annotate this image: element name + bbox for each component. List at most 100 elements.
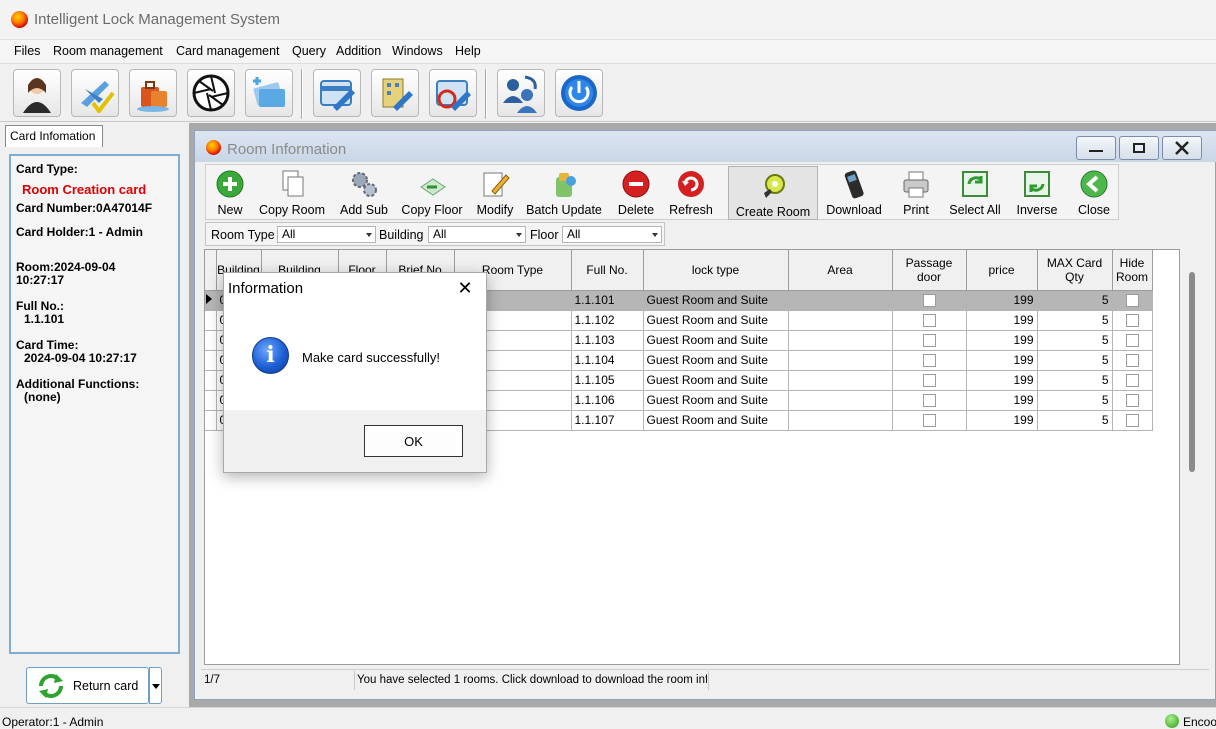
ok-button[interactable]: OK [364, 425, 463, 457]
passage-door-checkbox[interactable] [922, 294, 936, 308]
close-button[interactable]: Close [1068, 165, 1120, 219]
passage-door-checkbox[interactable] [922, 394, 936, 408]
max-card-qty-cell[interactable]: 5 [1037, 310, 1113, 331]
building-filter[interactable]: All [428, 226, 526, 243]
max-card-qty-cell[interactable]: 5 [1037, 370, 1113, 391]
select-all-button[interactable]: Select All [946, 165, 1004, 219]
column-header[interactable]: Full No. [571, 250, 644, 291]
camera-icon-button[interactable] [187, 69, 235, 117]
issue-card-icon-button[interactable] [313, 69, 361, 117]
lock-type-cell[interactable]: Guest Room and Suite [643, 370, 789, 391]
full-no-cell[interactable]: 1.1.104 [571, 350, 644, 371]
luggage-icon-button[interactable] [129, 69, 177, 117]
hide-room-checkbox[interactable] [1125, 334, 1139, 348]
passage-door-checkbox[interactable] [922, 354, 936, 368]
menu-addition[interactable]: Addition [336, 44, 381, 58]
hide-room-checkbox[interactable] [1125, 354, 1139, 368]
hide-room-checkbox[interactable] [1125, 294, 1139, 308]
hide-room-cell[interactable] [1112, 350, 1153, 371]
column-header[interactable]: price [966, 250, 1038, 291]
area-cell[interactable] [788, 330, 893, 351]
max-card-qty-cell[interactable]: 5 [1037, 330, 1113, 351]
hide-room-checkbox[interactable] [1125, 394, 1139, 408]
lock-type-cell[interactable]: Guest Room and Suite [643, 330, 789, 351]
building-card-icon-button[interactable] [371, 69, 419, 117]
price-cell[interactable]: 199 [966, 370, 1038, 391]
price-cell[interactable]: 199 [966, 330, 1038, 351]
hide-room-cell[interactable] [1112, 330, 1153, 351]
passage-door-checkbox[interactable] [922, 414, 936, 428]
cancel-card-icon-button[interactable] [429, 69, 477, 117]
tab-card-information[interactable]: Card Infomation [5, 125, 103, 147]
inverse-button[interactable]: Inverse [1010, 165, 1064, 219]
checkin-icon-button[interactable] [71, 69, 119, 117]
menu-query[interactable]: Query [292, 44, 326, 58]
lock-type-cell[interactable]: Guest Room and Suite [643, 290, 789, 311]
menu-files[interactable]: Files [14, 44, 40, 58]
passage-door-checkbox[interactable] [922, 334, 936, 348]
column-header[interactable]: Area [788, 250, 893, 291]
column-header[interactable]: MAX Card Qty [1037, 250, 1113, 291]
lock-type-cell[interactable]: Guest Room and Suite [643, 310, 789, 331]
max-card-qty-cell[interactable]: 5 [1037, 350, 1113, 371]
column-header[interactable]: Hide Room [1112, 250, 1153, 291]
hide-room-cell[interactable] [1112, 390, 1153, 411]
menu-room-management[interactable]: Room management [53, 44, 163, 58]
hide-room-cell[interactable] [1112, 410, 1153, 431]
area-cell[interactable] [788, 310, 893, 331]
minimize-button[interactable] [1076, 136, 1116, 160]
price-cell[interactable]: 199 [966, 390, 1038, 411]
passage-door-checkbox[interactable] [922, 374, 936, 388]
full-no-cell[interactable]: 1.1.107 [571, 410, 644, 431]
download-button[interactable]: Download [822, 165, 886, 219]
create-room-button[interactable]: Create Room [728, 166, 818, 220]
max-card-qty-cell[interactable]: 5 [1037, 290, 1113, 311]
area-cell[interactable] [788, 410, 893, 431]
full-no-cell[interactable]: 1.1.105 [571, 370, 644, 391]
hide-room-cell[interactable] [1112, 310, 1153, 331]
return-card-button[interactable]: Return card [26, 667, 149, 704]
scrollbar-thumb[interactable] [1189, 272, 1195, 472]
menu-help[interactable]: Help [455, 44, 481, 58]
passage-door-cell[interactable] [892, 410, 967, 431]
print-button[interactable]: Print [894, 165, 938, 219]
passage-door-cell[interactable] [892, 370, 967, 391]
passage-door-cell[interactable] [892, 350, 967, 371]
passage-door-cell[interactable] [892, 310, 967, 331]
max-card-qty-cell[interactable]: 5 [1037, 390, 1113, 411]
user-icon-button[interactable] [13, 69, 61, 117]
restore-button[interactable] [1119, 136, 1159, 160]
full-no-cell[interactable]: 1.1.101 [571, 290, 644, 311]
full-no-cell[interactable]: 1.1.106 [571, 390, 644, 411]
cards-icon-button[interactable] [245, 69, 293, 117]
passage-door-cell[interactable] [892, 290, 967, 311]
column-header[interactable]: lock type [643, 250, 789, 291]
price-cell[interactable]: 199 [966, 410, 1038, 431]
lock-type-cell[interactable]: Guest Room and Suite [643, 410, 789, 431]
new-button[interactable]: New [208, 165, 252, 219]
price-cell[interactable]: 199 [966, 350, 1038, 371]
area-cell[interactable] [788, 290, 893, 311]
lock-type-cell[interactable]: Guest Room and Suite [643, 390, 789, 411]
add-sub-button[interactable]: Add Sub [334, 165, 394, 219]
hide-room-checkbox[interactable] [1125, 374, 1139, 388]
lock-type-cell[interactable]: Guest Room and Suite [643, 350, 789, 371]
close-window-button[interactable] [1162, 136, 1202, 160]
passage-door-checkbox[interactable] [922, 314, 936, 328]
switch-user-icon-button[interactable] [497, 69, 545, 117]
hide-room-cell[interactable] [1112, 290, 1153, 311]
area-cell[interactable] [788, 370, 893, 391]
exit-icon-button[interactable] [555, 69, 603, 117]
area-cell[interactable] [788, 390, 893, 411]
passage-door-cell[interactable] [892, 390, 967, 411]
full-no-cell[interactable]: 1.1.103 [571, 330, 644, 351]
full-no-cell[interactable]: 1.1.102 [571, 310, 644, 331]
room-type-filter[interactable]: All [277, 226, 376, 243]
refresh-button[interactable]: Refresh [666, 165, 716, 219]
modify-button[interactable]: Modify [472, 165, 518, 219]
batch-update-button[interactable]: Batch Update [524, 165, 604, 219]
copy-floor-button[interactable]: Copy Floor [398, 165, 466, 219]
return-card-dropdown[interactable] [149, 667, 162, 704]
floor-filter[interactable]: All [562, 226, 662, 243]
max-card-qty-cell[interactable]: 5 [1037, 410, 1113, 431]
